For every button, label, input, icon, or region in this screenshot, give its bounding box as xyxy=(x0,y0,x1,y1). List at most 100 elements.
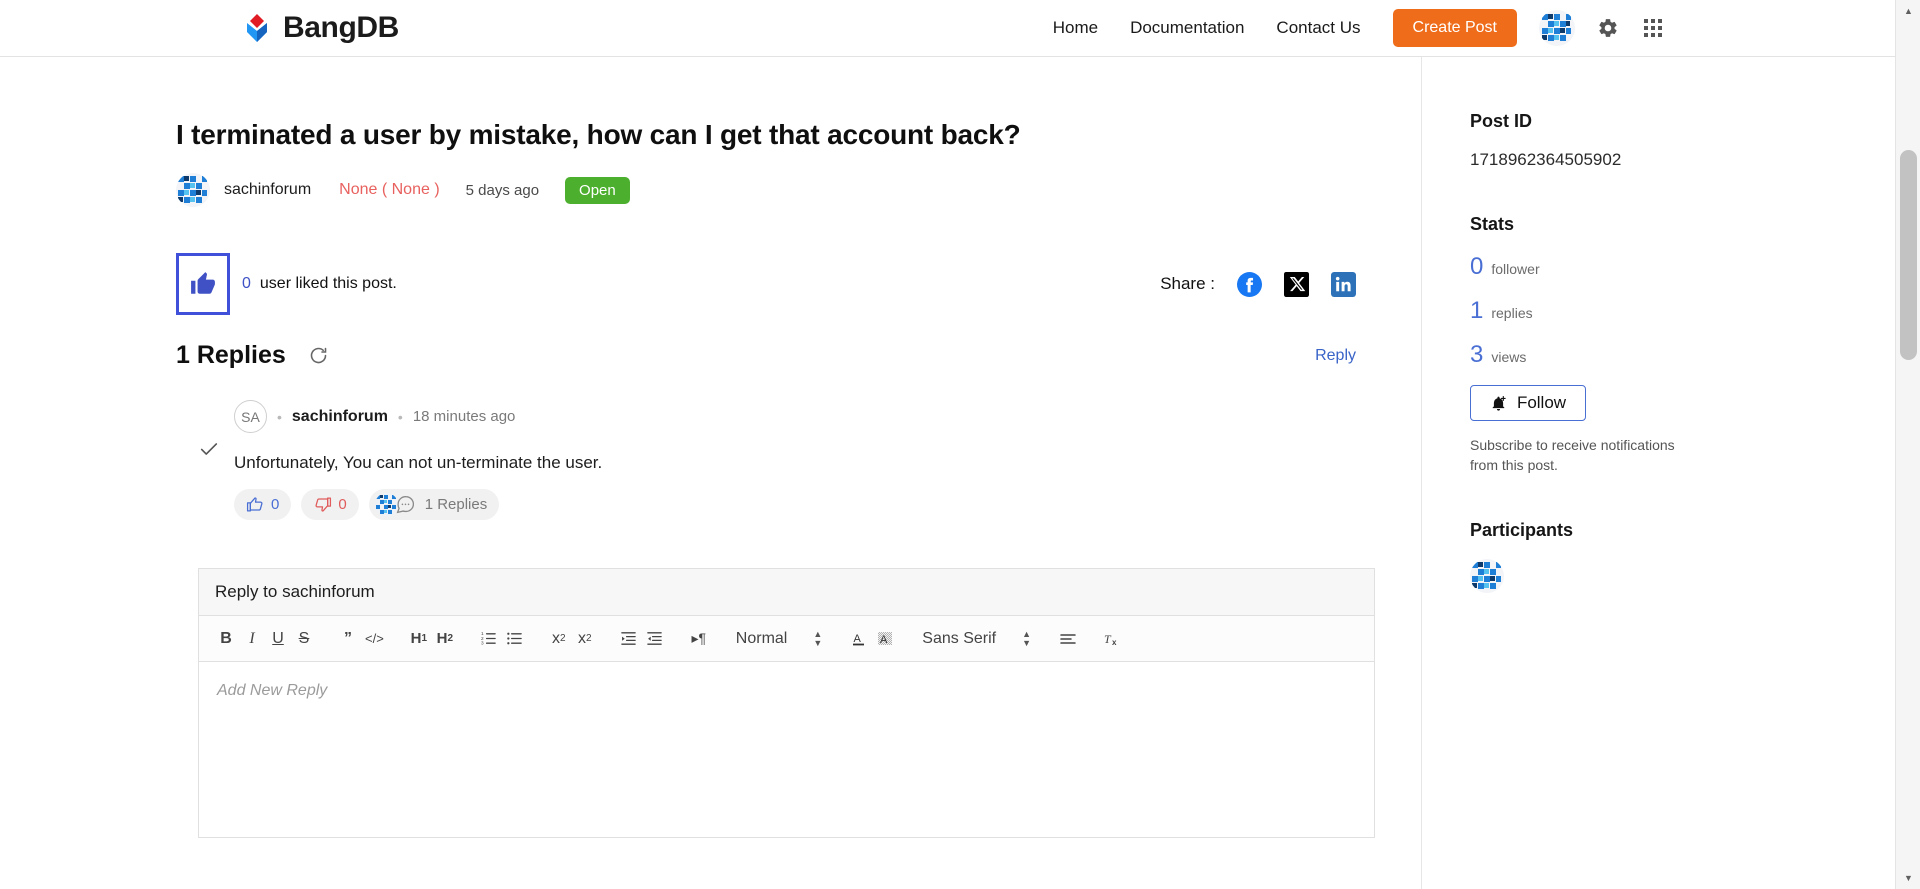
post-category[interactable]: None ( None ) xyxy=(339,181,440,199)
heading-2-button[interactable]: H2 xyxy=(432,624,458,654)
post-main-column: I terminated a user by mistake, how can … xyxy=(0,57,1422,889)
outdent-icon[interactable] xyxy=(616,624,642,654)
stat-replies-label: replies xyxy=(1491,305,1533,321)
create-post-button[interactable]: Create Post xyxy=(1392,9,1517,47)
svg-text:3: 3 xyxy=(481,641,484,647)
bell-plus-icon xyxy=(1490,395,1507,412)
bold-button[interactable]: B xyxy=(213,624,239,654)
font-family-select[interactable]: Sans Serif ▲ ▼ xyxy=(922,629,1031,648)
reply-actions: 0 0 1 Replies xyxy=(234,489,1421,520)
page-title: I terminated a user by mistake, how can … xyxy=(176,119,1021,150)
like-text: user liked this post. xyxy=(259,275,397,292)
x-twitter-icon[interactable] xyxy=(1284,271,1309,297)
strikethrough-button[interactable]: S xyxy=(291,624,317,654)
reply-like-button[interactable]: 0 xyxy=(234,489,292,520)
post-sidebar: Post ID 1718962364505902 Stats 0 followe… xyxy=(1422,57,1894,889)
follow-button[interactable]: Follow xyxy=(1470,385,1586,421)
thumbs-up-icon[interactable] xyxy=(176,253,230,315)
stat-views: 3 views xyxy=(1470,341,1894,369)
svg-text:A: A xyxy=(854,633,862,645)
follow-note: Subscribe to receive notifications from … xyxy=(1470,437,1675,474)
apps-grid-icon[interactable] xyxy=(1643,18,1663,38)
refresh-icon[interactable] xyxy=(308,345,329,366)
nav-links: Home Documentation Contact Us Create Pos… xyxy=(1037,9,1895,47)
participants-heading: Participants xyxy=(1470,519,1574,540)
follow-button-label: Follow xyxy=(1516,393,1567,412)
user-avatar[interactable] xyxy=(1539,10,1575,46)
reply-thread-count: 1 Replies xyxy=(424,496,488,513)
post-author-name[interactable]: sachinforum xyxy=(224,181,311,199)
editor-toolbar: B I U S ” </> H1 H2 1 2 3 x 2 x 2 ▸¶ Nor… xyxy=(198,616,1375,662)
reply-thread-button[interactable]: 1 Replies xyxy=(368,489,500,520)
like-count: 0 xyxy=(242,275,251,292)
page-scrollbar[interactable]: ▲ ▼ xyxy=(1895,0,1920,889)
stat-followers-label: follower xyxy=(1491,261,1540,277)
align-icon[interactable] xyxy=(1055,624,1081,654)
stat-views-count: 3 xyxy=(1470,341,1484,368)
scrollbar-thumb[interactable] xyxy=(1900,150,1917,360)
stat-followers: 0 follower xyxy=(1470,253,1894,281)
reply-to-label: Reply to sachinforum xyxy=(198,568,1375,616)
brand-logo-area[interactable]: BangDB xyxy=(240,11,399,45)
brand-name: BangDB xyxy=(283,11,399,44)
reply-item: SA • sachinforum • 18 minutes ago Unfort… xyxy=(176,400,1421,520)
post-meta: sachinforum None ( None ) 5 days ago Ope… xyxy=(176,173,1421,207)
stat-followers-count: 0 xyxy=(1470,253,1484,280)
editor-placeholder: Add New Reply xyxy=(217,682,328,699)
facebook-icon[interactable] xyxy=(1237,271,1262,297)
clear-formatting-icon[interactable]: T x xyxy=(1099,624,1125,654)
comment-bubble-icon xyxy=(395,494,416,515)
underline-button[interactable]: U xyxy=(265,624,291,654)
indent-icon[interactable] xyxy=(642,624,668,654)
bangdb-diamond-logo xyxy=(240,11,274,45)
code-icon[interactable]: </> xyxy=(361,624,388,654)
font-family-value: Sans Serif xyxy=(922,629,997,647)
bullet-list-icon[interactable] xyxy=(502,624,528,654)
reply-author-name[interactable]: sachinforum xyxy=(292,408,388,426)
linkedin-icon[interactable] xyxy=(1331,271,1356,297)
italic-button[interactable]: I xyxy=(239,624,265,654)
like-and-share-row: 0 user liked this post. Share : xyxy=(176,253,1356,315)
reply-link[interactable]: Reply xyxy=(1315,347,1356,365)
reply-header: SA • sachinforum • 18 minutes ago xyxy=(234,400,1421,433)
svg-text:x: x xyxy=(1112,638,1117,647)
separator-dot: • xyxy=(277,408,282,425)
text-direction-icon[interactable]: ▸¶ xyxy=(686,624,712,654)
highlight-color-icon[interactable]: A xyxy=(872,624,898,654)
page-root: BangDB Home Documentation Contact Us Cre… xyxy=(0,0,1920,889)
ordered-list-icon[interactable]: 1 2 3 xyxy=(476,624,502,654)
stats-heading: Stats xyxy=(1470,214,1515,234)
reply-dislike-button[interactable]: 0 xyxy=(301,489,359,520)
top-navigation-bar: BangDB Home Documentation Contact Us Cre… xyxy=(0,0,1895,57)
font-color-icon[interactable]: A xyxy=(846,624,872,654)
avatar[interactable]: SA xyxy=(234,400,267,433)
stat-replies: 1 replies xyxy=(1470,297,1894,325)
block-format-select[interactable]: Normal ▲ ▼ xyxy=(735,628,823,648)
reply-textarea[interactable]: Add New Reply xyxy=(198,662,1375,838)
gear-icon[interactable] xyxy=(1597,17,1619,39)
nav-item-documentation[interactable]: Documentation xyxy=(1114,18,1260,38)
block-format-value: Normal xyxy=(735,629,788,647)
svg-text:T: T xyxy=(1104,632,1112,646)
post-timestamp: 5 days ago xyxy=(465,181,540,199)
status-badge[interactable]: Open xyxy=(565,176,630,204)
replies-header: 1 Replies Reply xyxy=(176,341,1356,370)
subscript-button[interactable]: x2 xyxy=(546,624,572,654)
svg-text:A: A xyxy=(880,634,888,646)
post-id-value: 1718962364505902 xyxy=(1470,150,1622,169)
chevron-up-icon[interactable]: ▲ xyxy=(1896,0,1920,22)
reply-timestamp: 18 minutes ago xyxy=(412,408,516,425)
participant-avatar[interactable] xyxy=(1470,558,1504,593)
author-avatar[interactable] xyxy=(176,173,210,207)
chevron-down-icon[interactable]: ▼ xyxy=(1896,867,1920,889)
chevron-updown-icon: ▲ ▼ xyxy=(813,628,823,648)
nav-item-home[interactable]: Home xyxy=(1037,18,1114,38)
share-group: Share : xyxy=(1160,271,1356,297)
superscript-button[interactable]: x2 xyxy=(572,624,598,654)
heading-1-button[interactable]: H1 xyxy=(406,624,432,654)
post-id-heading: Post ID xyxy=(1470,111,1533,131)
nav-item-contact-us[interactable]: Contact Us xyxy=(1260,18,1376,38)
separator-dot-2: • xyxy=(397,408,403,425)
blockquote-icon[interactable]: ” xyxy=(335,624,361,654)
stat-replies-count: 1 xyxy=(1470,297,1484,324)
